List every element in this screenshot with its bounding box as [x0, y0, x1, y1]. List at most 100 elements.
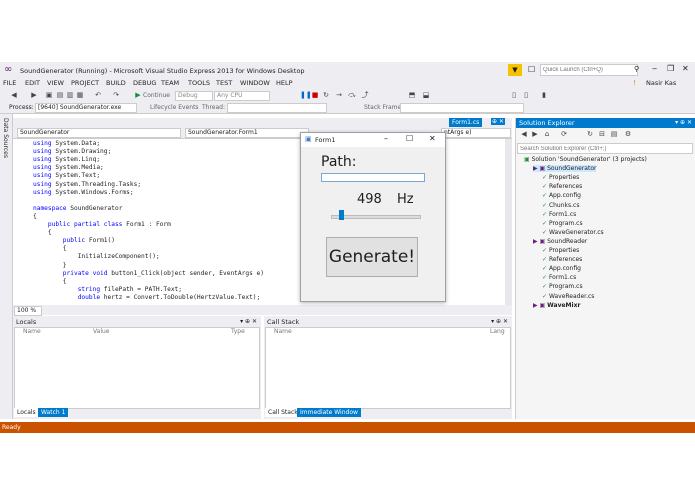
filter-icon[interactable]: ▼	[508, 64, 522, 76]
save-all-icon[interactable]: ▦	[76, 91, 84, 99]
generate-button[interactable]: Generate!	[326, 237, 418, 277]
call-stack-grid[interactable]: Name Lang	[265, 327, 511, 409]
code-line[interactable]: namespace SoundGenerator	[33, 205, 122, 213]
class-nav-select[interactable]: SoundGenerator.Form1	[185, 128, 309, 138]
member-nav-select[interactable]: ntArgs e)	[441, 128, 511, 138]
tab-pin-icon[interactable]: ⊕ ✕	[491, 118, 505, 125]
se-properties-icon[interactable]: ⚙	[624, 130, 632, 138]
comment-icon[interactable]: ▯	[510, 91, 518, 99]
se-show-all-icon[interactable]: ▤	[610, 130, 618, 138]
data-sources-tab[interactable]: Data Sources	[0, 114, 13, 419]
menu-tools[interactable]: TOOLS	[188, 79, 210, 87]
menu-edit[interactable]: EDIT	[25, 79, 40, 87]
code-line[interactable]: using System.Windows.Forms;	[33, 189, 134, 197]
menu-project[interactable]: PROJECT	[71, 79, 99, 87]
continue-button[interactable]: Continue	[143, 92, 170, 99]
se-tree-item[interactable]: ▶ ▣ WaveMixr	[533, 302, 580, 309]
se-search-input[interactable]	[517, 143, 693, 154]
quick-launch-input[interactable]	[540, 64, 638, 76]
code-line[interactable]: public Form1()	[33, 237, 115, 245]
code-line[interactable]: InitializeComponent();	[33, 253, 160, 261]
code-line[interactable]: using System.Linq;	[33, 156, 100, 164]
lifecycle-events[interactable]: Lifecycle Events	[150, 104, 199, 111]
se-tree-item[interactable]: ✓ Program.cs	[542, 220, 583, 227]
se-tree-item[interactable]: ▶ ▣ SoundGenerator	[533, 165, 597, 173]
step-over-icon[interactable]: ⤼	[348, 91, 356, 99]
path-input[interactable]	[321, 173, 425, 182]
code-line[interactable]: using System.Data;	[33, 140, 100, 148]
form1-minimize-button[interactable]: –	[384, 134, 388, 143]
se-forward-icon[interactable]: ▶	[531, 130, 539, 138]
platform-select[interactable]: Any CPU	[214, 91, 270, 101]
tab-immediate-window[interactable]: Immediate Window	[297, 408, 361, 417]
se-tree-item[interactable]: ✓ WaveReader.cs	[542, 293, 594, 300]
menu-window[interactable]: WINDOW	[240, 79, 270, 87]
back-icon[interactable]: ◀	[10, 91, 18, 99]
se-home-icon[interactable]: ⌂	[543, 130, 551, 138]
uncomment-icon[interactable]: ▯	[522, 91, 530, 99]
se-panel-controls[interactable]: ▾ ⊕ ✕	[675, 119, 692, 126]
se-tree-item[interactable]: ✓ Properties	[542, 247, 579, 254]
se-tree-item[interactable]: ✓ App.config	[542, 265, 581, 272]
format-icon[interactable]: ⬓	[422, 91, 430, 99]
tab-locals[interactable]: Locals	[14, 408, 39, 417]
restore-button[interactable]: ❐	[667, 64, 674, 73]
code-line[interactable]: double hertz = Convert.ToDouble(HertzVal…	[33, 294, 261, 302]
se-tree-item[interactable]: ✓ Program.cs	[542, 283, 583, 290]
bookmark-icon[interactable]: ▮	[540, 91, 548, 99]
save-icon[interactable]: ▥	[66, 91, 74, 99]
code-line[interactable]: {	[33, 278, 67, 286]
code-line[interactable]: using System.Text;	[33, 172, 100, 180]
se-sync-icon[interactable]: ⟳	[560, 130, 568, 138]
stop-icon[interactable]: ■	[311, 91, 319, 99]
minimize-button[interactable]: ‒	[652, 64, 657, 73]
hertz-slider-track[interactable]	[331, 215, 421, 219]
callstack-col-lang[interactable]: Lang	[490, 328, 505, 335]
se-tree-item[interactable]: ✓ References	[542, 183, 582, 190]
step-into-icon[interactable]: →	[335, 91, 343, 99]
se-tree-item[interactable]: ▣ Solution 'SoundGenerator' (3 projects)	[524, 156, 647, 163]
zoom-select[interactable]: 100 %	[14, 306, 42, 316]
locals-col-name[interactable]: Name	[23, 328, 41, 335]
code-line[interactable]: using System.Drawing;	[33, 148, 111, 156]
call-stack-panel-controls[interactable]: ▾ ⊕ ✕	[491, 318, 508, 325]
forward-icon[interactable]: ▶	[30, 91, 38, 99]
feedback-icon[interactable]: ☐	[528, 65, 535, 74]
new-project-icon[interactable]: ▣	[45, 91, 53, 99]
restart-icon[interactable]: ↻	[322, 91, 330, 99]
menu-test[interactable]: TEST	[216, 79, 232, 87]
se-refresh-icon[interactable]: ↻	[586, 130, 594, 138]
se-collapse-icon[interactable]: ⊟	[598, 130, 606, 138]
se-tree-item[interactable]: ✓ App.config	[542, 192, 581, 199]
redo-icon[interactable]: ↷	[112, 91, 120, 99]
se-tree-item[interactable]: ✓ Form1.cs	[542, 211, 576, 218]
se-tree-item[interactable]: ✓ Properties	[542, 174, 579, 181]
se-tree-item[interactable]: ✓ References	[542, 256, 582, 263]
code-line[interactable]: {	[33, 229, 52, 237]
continue-icon[interactable]: ▶	[134, 91, 142, 99]
code-line[interactable]: using System.Media;	[33, 164, 104, 172]
form1-maximize-button[interactable]: ☐	[406, 134, 413, 143]
se-tree-item[interactable]: ✓ Form1.cs	[542, 274, 576, 281]
project-nav-select[interactable]: SoundGenerator	[17, 128, 181, 138]
code-line[interactable]: {	[33, 245, 67, 253]
tab-watch1[interactable]: Watch 1	[38, 408, 69, 417]
editor-scrollbar[interactable]	[505, 139, 512, 305]
locals-panel-controls[interactable]: ▾ ⊕ ✕	[240, 318, 257, 325]
se-back-icon[interactable]: ◀	[520, 130, 528, 138]
se-tree-item[interactable]: ✓ Chunks.cs	[542, 202, 579, 209]
locals-col-value[interactable]: Value	[93, 328, 109, 335]
code-line[interactable]: {	[33, 213, 37, 221]
menu-file[interactable]: FILE	[3, 79, 16, 87]
stack-frame-select[interactable]	[400, 103, 524, 113]
menu-team[interactable]: TEAM	[161, 79, 179, 87]
user-name[interactable]: Nasir Kas	[646, 79, 676, 87]
menu-debug[interactable]: DEBUG	[133, 79, 156, 87]
search-icon[interactable]: ⚲	[634, 65, 639, 73]
close-button[interactable]: ✕	[682, 64, 689, 73]
hertz-slider-thumb[interactable]	[339, 210, 345, 220]
code-line[interactable]: private void button1_Click(object sender…	[33, 270, 264, 278]
tab-call-stack[interactable]: Call Stack	[265, 408, 301, 417]
pause-icon[interactable]: ❚❚	[300, 91, 312, 99]
callstack-col-name[interactable]: Name	[274, 328, 292, 335]
